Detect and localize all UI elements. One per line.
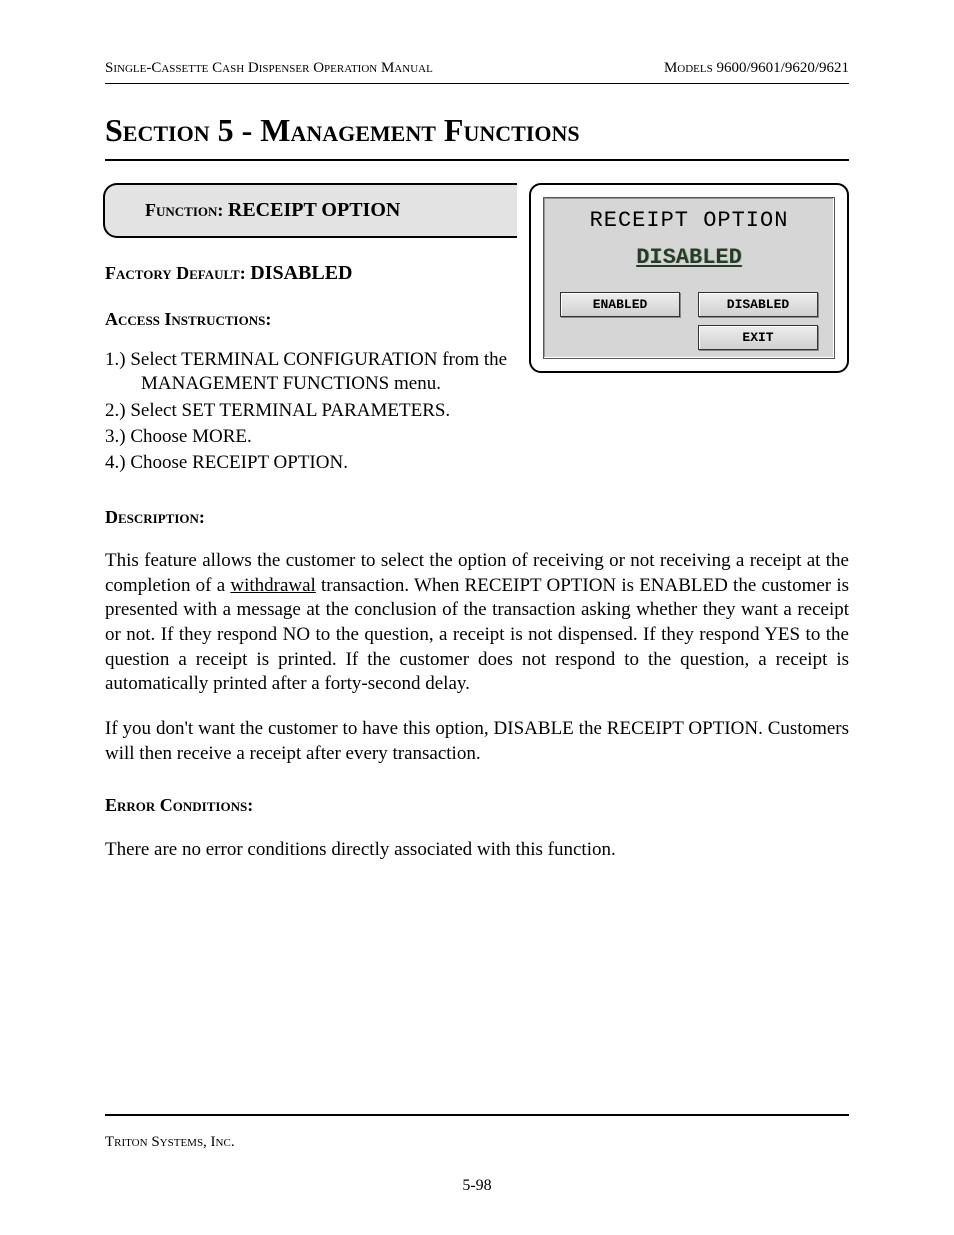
description-paragraph-2: If you don't want the customer to have t… [105, 717, 849, 766]
terminal-screenshot: RECEIPT OPTION DISABLED ENABLED DISABLED… [529, 183, 849, 373]
function-name: RECEIPT OPTION [228, 199, 400, 221]
header-right: Models 9600/9601/9620/9621 [664, 60, 849, 77]
access-instructions-label: Access Instructions: [105, 309, 517, 330]
footer-company: Triton Systems, Inc. [105, 1134, 849, 1151]
step-item: 2.) Select SET TERMINAL PARAMETERS. [105, 399, 517, 423]
factory-default-label: Factory Default: [105, 263, 250, 283]
lcd-title: RECEIPT OPTION [554, 208, 824, 233]
section-title: Section 5 - Management Functions [105, 112, 849, 149]
footer-rule [105, 1114, 849, 1116]
step-item: 4.) Choose RECEIPT OPTION. [105, 451, 517, 475]
factory-default-value: DISABLED [250, 262, 352, 284]
lcd-panel: RECEIPT OPTION DISABLED ENABLED DISABLED… [543, 197, 835, 359]
enabled-button[interactable]: ENABLED [560, 292, 680, 317]
header-rule [105, 83, 849, 84]
lcd-status: DISABLED [554, 245, 824, 270]
header-left: Single-Cassette Cash Dispenser Operation… [105, 60, 433, 77]
function-label: Function: [145, 200, 228, 220]
footer-page-number: 5-98 [105, 1177, 849, 1195]
description-paragraph-1: This feature allows the customer to sele… [105, 549, 849, 697]
disabled-button[interactable]: DISABLED [698, 292, 818, 317]
factory-default: Factory Default: DISABLED [105, 262, 517, 285]
error-conditions-text: There are no error conditions directly a… [105, 838, 849, 863]
error-conditions-label: Error Conditions: [105, 794, 849, 817]
description-label: Description: [105, 506, 849, 529]
function-box: Function: RECEIPT OPTION [103, 183, 517, 238]
step-item: 3.) Choose MORE. [105, 425, 517, 449]
steps-list: 1.) Select TERMINAL CONFIGURATION from t… [105, 348, 517, 476]
exit-button[interactable]: EXIT [698, 325, 818, 350]
desc-p1-underline: withdrawal [230, 575, 315, 596]
title-rule [105, 159, 849, 161]
step-item: 1.) Select TERMINAL CONFIGURATION from t… [105, 348, 517, 397]
